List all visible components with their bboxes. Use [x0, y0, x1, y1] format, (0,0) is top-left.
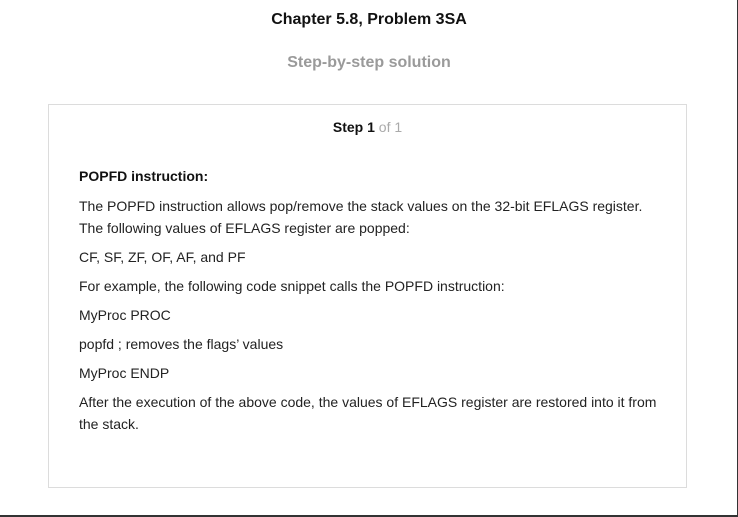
code-line: MyProc PROC	[79, 307, 171, 323]
solution-subtitle: Step-by-step solution	[287, 54, 451, 71]
solution-card: Step 1 of 1 POPFD instruction: The POPFD…	[48, 104, 687, 488]
solution-paragraph: CF, SF, ZF, OF, AF, and PF	[79, 249, 246, 265]
solution-content: POPFD instruction: The POPFD instruction…	[79, 165, 669, 442]
code-line: popfd ; removes the flags’ values	[79, 336, 284, 352]
solution-heading: POPFD instruction:	[79, 168, 209, 184]
code-line: MyProc ENDP	[79, 365, 170, 381]
step-label: Step	[332, 119, 364, 135]
chapter-title: Chapter 5.8, Problem 3SA	[271, 11, 467, 28]
step-total: of 1	[378, 119, 403, 135]
step-number: 1	[367, 119, 375, 135]
solution-paragraph: The POPFD instruction allows pop/remove …	[79, 198, 643, 236]
solution-paragraph: For example, the following code snippet …	[79, 278, 505, 294]
step-indicator: Step 1 of 1	[49, 119, 686, 135]
solution-paragraph: After the execution of the above code, t…	[79, 394, 657, 432]
